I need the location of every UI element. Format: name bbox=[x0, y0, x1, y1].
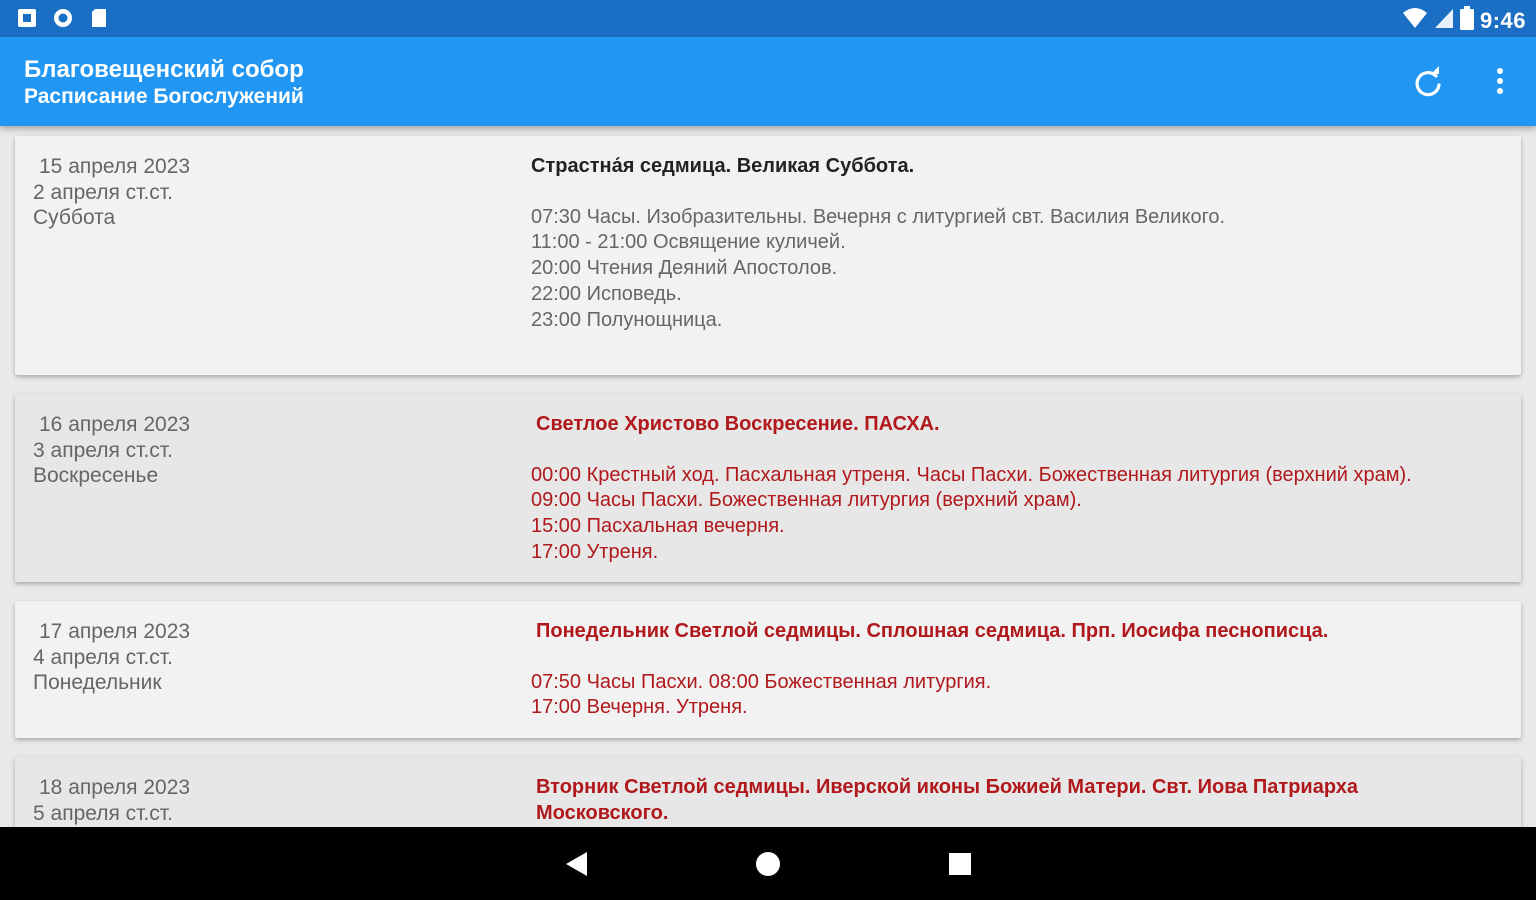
services-column: Понедельник Светлой седмицы. Сплошная се… bbox=[531, 619, 1491, 721]
service-list: 07:50 Часы Пасхи. 08:00 Божественная лит… bbox=[531, 670, 1491, 721]
weekday: Воскресенье bbox=[33, 464, 159, 488]
date: 17 апреля 2023 bbox=[39, 620, 191, 643]
overflow-menu-button[interactable] bbox=[1484, 63, 1516, 103]
date-column: 18 апреля 2023 5 апреля ст.ст. bbox=[33, 775, 190, 826]
cell-signal-icon bbox=[1434, 7, 1454, 34]
date-column: 16 апреля 2023 3 апреля ст.ст. Воскресен… bbox=[33, 412, 190, 489]
service-item: 00:00 Крестный ход. Пасхальная утреня. Ч… bbox=[531, 463, 1412, 486]
service-item: 09:00 Часы Пасхи. Божественная литургия … bbox=[531, 489, 1082, 512]
date: 18 апреля 2023 bbox=[39, 776, 191, 799]
service-item: 11:00 - 21:00 Освящение куличей. bbox=[531, 231, 846, 254]
schedule-card[interactable]: 17 апреля 2023 4 апреля ст.ст. Понедельн… bbox=[15, 601, 1521, 738]
weekday: Суббота bbox=[33, 206, 116, 230]
service-item: 15:00 Пасхальная вечерня. bbox=[531, 515, 785, 538]
service-item: 22:00 Исповедь. bbox=[531, 282, 682, 305]
service-list: 00:00 Крестный ход. Пасхальная утреня. Ч… bbox=[531, 463, 1491, 566]
schedule-card[interactable]: 16 апреля 2023 3 апреля ст.ст. Воскресен… bbox=[15, 394, 1521, 582]
feast-title: Светлое Христово Воскресение. ПАСХА. bbox=[536, 413, 940, 435]
service-list: 07:30 Часы. Изобразительны. Вечерня с ли… bbox=[531, 205, 1491, 334]
schedule-list[interactable]: 15 апреля 2023 2 апреля ст.ст. Суббота С… bbox=[0, 126, 1536, 827]
feast-title: Страстна́я седмица. Великая Суббота. bbox=[531, 155, 915, 177]
refresh-icon bbox=[1415, 66, 1441, 97]
home-button[interactable] bbox=[751, 847, 785, 881]
home-icon bbox=[756, 852, 780, 876]
recents-button[interactable] bbox=[943, 847, 977, 881]
notification-square-icon bbox=[16, 7, 38, 29]
wifi-icon bbox=[1402, 7, 1428, 34]
services-column: Вторник Светлой седмицы. Иверской иконы … bbox=[531, 775, 1391, 826]
service-item: 17:00 Вечерня. Утреня. bbox=[531, 696, 748, 719]
old-style-date: 5 апреля ст.ст. bbox=[33, 801, 173, 825]
feast-title: Понедельник Светлой седмицы. Сплошная се… bbox=[536, 620, 1329, 642]
recents-icon bbox=[949, 853, 971, 875]
service-item: 20:00 Чтения Деяний Апостолов. bbox=[531, 257, 838, 280]
clock: 9:46 bbox=[1479, 7, 1526, 33]
service-item: 07:50 Часы Пасхи. 08:00 Божественная лит… bbox=[531, 670, 992, 693]
old-style-date: 4 апреля ст.ст. bbox=[33, 645, 173, 669]
services-column: Страстна́я седмица. Великая Суббота. 07:… bbox=[531, 154, 1491, 333]
weekday: Понедельник bbox=[33, 671, 162, 695]
back-icon bbox=[566, 852, 587, 876]
old-style-date: 2 апреля ст.ст. bbox=[33, 180, 173, 204]
more-vert-icon bbox=[1497, 68, 1503, 94]
old-style-date: 3 апреля ст.ст. bbox=[33, 438, 173, 462]
sd-card-icon bbox=[88, 7, 110, 29]
services-column: Светлое Христово Воскресение. ПАСХА. 00:… bbox=[531, 412, 1491, 566]
date: 15 апреля 2023 bbox=[39, 155, 191, 178]
status-bar: 9:46 bbox=[0, 0, 1536, 37]
battery-icon bbox=[1459, 6, 1474, 35]
service-item: 17:00 Утреня. bbox=[531, 540, 659, 563]
navigation-bar bbox=[0, 827, 1536, 900]
refresh-button[interactable] bbox=[1408, 63, 1448, 103]
schedule-card[interactable]: 18 апреля 2023 5 апреля ст.ст. Вторник С… bbox=[15, 757, 1521, 827]
feast-title: Вторник Светлой седмицы. Иверской иконы … bbox=[536, 776, 1359, 824]
service-item: 23:00 Полунощница. bbox=[531, 308, 723, 331]
back-button[interactable] bbox=[560, 847, 594, 881]
date-column: 15 апреля 2023 2 апреля ст.ст. Суббота bbox=[33, 154, 190, 231]
date: 16 апреля 2023 bbox=[39, 413, 191, 436]
app-bar: Благовещенский собор Расписание Богослуж… bbox=[0, 37, 1536, 126]
app-title: Благовещенский собор bbox=[24, 56, 304, 83]
circle-status-icon bbox=[52, 7, 74, 29]
schedule-card[interactable]: 15 апреля 2023 2 апреля ст.ст. Суббота С… bbox=[15, 136, 1521, 375]
service-item: 07:30 Часы. Изобразительны. Вечерня с ли… bbox=[531, 205, 1226, 228]
date-column: 17 апреля 2023 4 апреля ст.ст. Понедельн… bbox=[33, 619, 190, 696]
app-subtitle: Расписание Богослужений bbox=[24, 85, 304, 108]
